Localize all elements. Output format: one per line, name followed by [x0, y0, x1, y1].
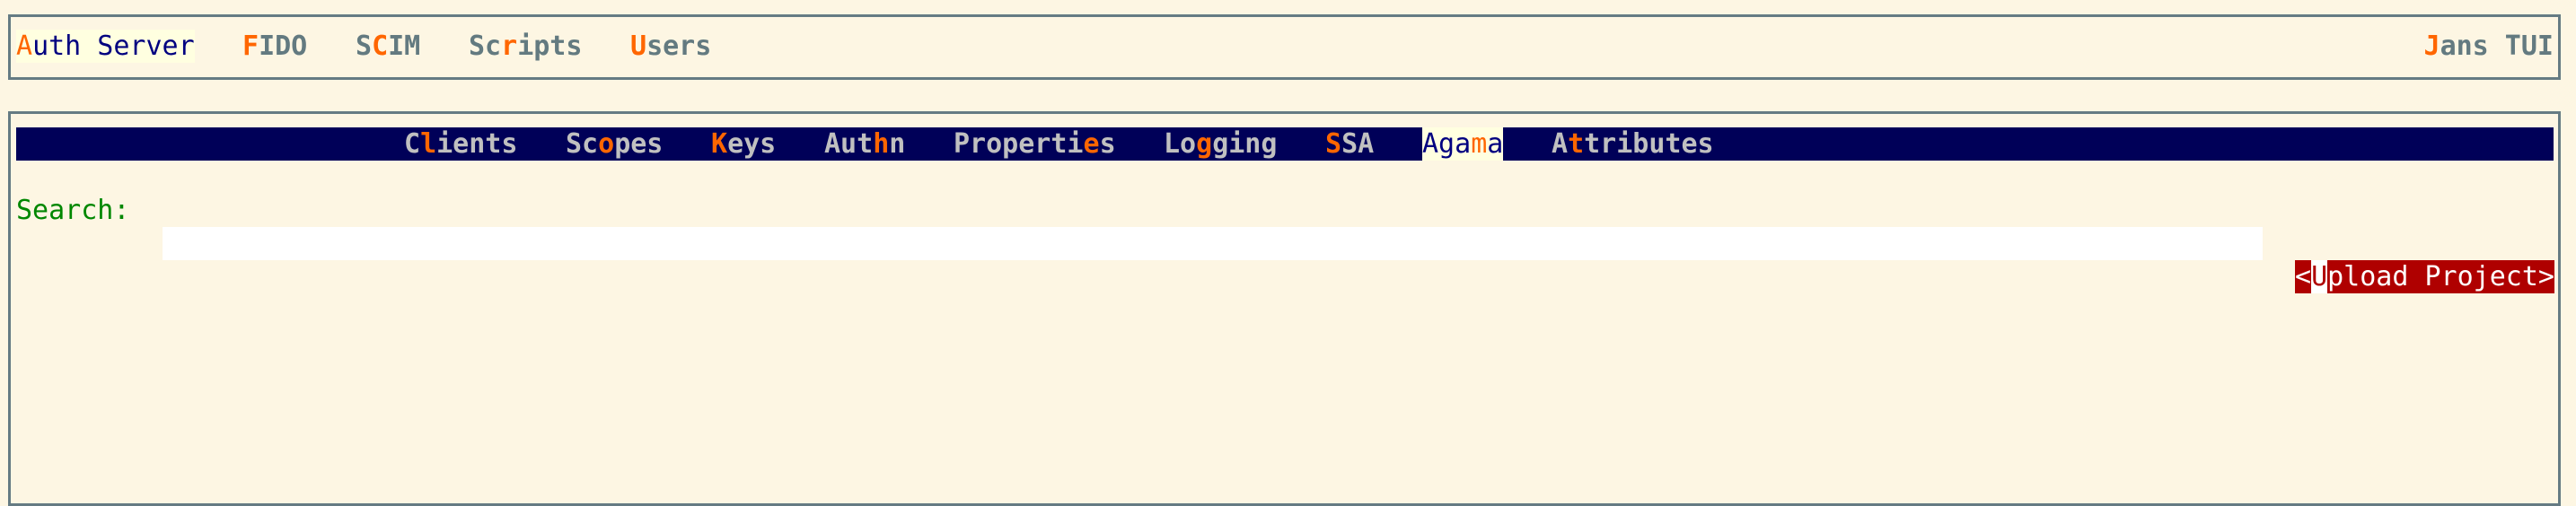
hotkey: F: [242, 31, 259, 62]
label: S: [356, 31, 373, 62]
label: eys: [727, 128, 777, 160]
hotkey: r: [501, 31, 518, 62]
hotkey: K: [711, 128, 728, 160]
menu-users[interactable]: Users: [630, 30, 711, 63]
hotkey: C: [372, 31, 389, 62]
hotkey: h: [873, 128, 890, 160]
label: uth Server: [32, 31, 195, 62]
label: SA: [1341, 128, 1375, 160]
hotkey: U: [630, 31, 647, 62]
label: pload Project>: [2327, 260, 2554, 293]
label: Sc: [566, 128, 599, 160]
label: Sc: [469, 31, 502, 62]
hotkey: m: [1471, 128, 1488, 160]
label: C: [404, 128, 421, 160]
search-row: Search: <Upload Project>: [16, 161, 2554, 293]
label: tributes: [1584, 128, 1714, 160]
label: Aut: [824, 128, 874, 160]
tab-authn[interactable]: Authn: [824, 127, 905, 161]
label: ans TUI: [2440, 31, 2554, 62]
tab-bar: Clients Scopes Keys Authn Properties Log…: [16, 127, 2554, 161]
label: <: [2295, 260, 2312, 293]
label: n: [889, 128, 906, 160]
menu-scim[interactable]: SCIM: [356, 30, 420, 63]
hotkey: J: [2423, 31, 2440, 62]
label: IDO: [259, 31, 308, 62]
tab-keys[interactable]: Keys: [711, 127, 776, 161]
tab-clients[interactable]: Clients: [404, 127, 517, 161]
label: ipts: [517, 31, 583, 62]
hotkey: g: [1196, 128, 1213, 160]
label: ients: [436, 128, 518, 160]
tab-logging[interactable]: Logging: [1164, 127, 1277, 161]
label: a: [1487, 128, 1504, 160]
hotkey: U: [2311, 260, 2328, 293]
hotkey: S: [1325, 128, 1342, 160]
search-label: Search:: [16, 195, 130, 226]
hotkey: l: [420, 128, 437, 160]
tab-attributes[interactable]: Attributes: [1552, 127, 1714, 161]
hotkey: e: [1083, 128, 1100, 160]
label: pes: [614, 128, 664, 160]
label: s: [1099, 128, 1116, 160]
menu-scripts[interactable]: Scripts: [469, 30, 582, 63]
upload-project-button[interactable]: <Upload Project>: [2295, 260, 2554, 293]
menu-fido[interactable]: FIDO: [242, 30, 307, 63]
label: ging: [1212, 128, 1278, 160]
tab-ssa[interactable]: SSA: [1325, 127, 1374, 161]
hotkey: t: [1568, 128, 1585, 160]
label: sers: [646, 31, 712, 62]
menu-auth-server[interactable]: Auth Server: [16, 30, 195, 63]
search-input[interactable]: [163, 227, 2263, 260]
label: Aga: [1422, 128, 1472, 160]
tab-properties[interactable]: Properties: [954, 127, 1116, 161]
app-title: Jans TUI: [2424, 30, 2554, 63]
tab-agama[interactable]: Agama: [1422, 127, 1504, 161]
tab-scopes[interactable]: Scopes: [566, 127, 663, 161]
top-menu: Auth Server FIDO SCIM Scripts Users Jans…: [16, 30, 2554, 63]
label: IM: [388, 31, 421, 62]
label: Properti: [954, 128, 1084, 160]
hotkey: o: [598, 128, 615, 160]
hotkey: A: [16, 31, 33, 62]
label: Lo: [1164, 128, 1197, 160]
label: A: [1552, 128, 1569, 160]
